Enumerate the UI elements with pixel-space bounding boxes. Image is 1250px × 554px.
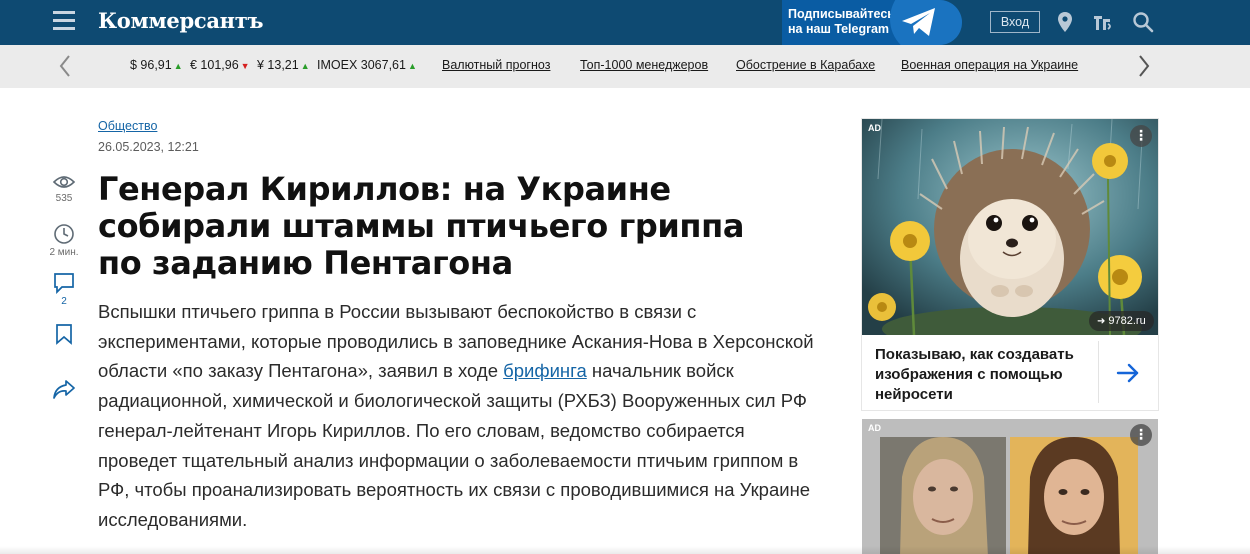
share-icon — [53, 380, 75, 399]
comment-icon — [54, 273, 74, 294]
ad-domain[interactable]: ➜ 9782.ru — [1089, 311, 1154, 331]
ad-card[interactable]: AD ⋮ ➜ 9782.ru Показываю, как создавать и… — [862, 119, 1158, 410]
ad-photo[interactable] — [1010, 437, 1138, 554]
quote-usd[interactable]: $ 96,91 ▲ — [130, 58, 183, 72]
quote-eur[interactable]: € 101,96 ▼ — [190, 58, 250, 72]
read-time: 2 мин. — [46, 223, 82, 258]
views-counter: 535 — [46, 173, 82, 204]
read-time-value: 2 мин. — [49, 247, 79, 258]
more-options-icon[interactable]: ⋮ — [1130, 424, 1152, 446]
article-lead: Вспышки птичьего гриппа в России вызываю… — [98, 301, 814, 530]
views-count: 535 — [55, 193, 73, 204]
comments-count: 2 — [61, 296, 67, 307]
portrait-photo — [880, 437, 1006, 554]
article-rubric[interactable]: Общество — [98, 119, 157, 133]
telegram-icon — [902, 8, 935, 36]
ticker-link[interactable]: Валютный прогноз — [442, 58, 550, 72]
share-button[interactable] — [46, 378, 82, 400]
search-icon[interactable] — [1131, 10, 1155, 34]
chevron-right-icon[interactable] — [1137, 54, 1151, 78]
ad-card[interactable]: AD ⋮ — [862, 419, 1158, 554]
comments-link[interactable]: 2 — [46, 272, 82, 307]
briefing-link[interactable]: брифинга — [503, 360, 587, 381]
more-options-icon[interactable]: ⋮ — [1130, 125, 1152, 147]
ad-title[interactable]: Показываю, как создавать изображения с п… — [875, 345, 1090, 405]
ad-photo[interactable] — [880, 437, 1006, 554]
eye-icon — [52, 176, 76, 188]
menu-icon[interactable] — [53, 11, 75, 31]
article-title: Генерал Кириллов: на Украине собирали шт… — [98, 170, 745, 282]
portrait-illustration — [1010, 437, 1138, 554]
arrow-right-icon[interactable] — [1115, 362, 1141, 384]
ad-badge: AD — [868, 123, 881, 133]
chevron-left-icon[interactable] — [58, 54, 72, 78]
site-logo[interactable]: Коммерсантъ — [98, 8, 264, 33]
bookmark-icon — [56, 324, 72, 345]
ticker-link[interactable]: Военная операция на Украине — [901, 58, 1078, 72]
quote-imoex[interactable]: IMOEX 3067,61 ▲ — [317, 58, 417, 72]
quote-cny[interactable]: ¥ 13,21 ▲ — [257, 58, 310, 72]
hedgehog-illustration — [862, 119, 1158, 335]
telegram-promo[interactable]: Подписывайтесь на наш Telegram — [782, 0, 962, 45]
ticker-link[interactable]: Обострение в Карабахе — [736, 58, 875, 72]
location-icon[interactable] — [1053, 10, 1077, 34]
clock-icon — [54, 224, 74, 244]
ticker-link[interactable]: Топ-1000 менеджеров — [580, 58, 708, 72]
ad-image[interactable]: AD ⋮ ➜ 9782.ru — [862, 119, 1158, 335]
ticker-bar: $ 96,91 ▲ € 101,96 ▼ ¥ 13,21 ▲ IMOEX 3067,6… — [0, 45, 1250, 88]
article-date: 26.05.2023, 12:21 — [98, 140, 199, 154]
site-header: Коммерсантъ Подписывайтесь на наш Telegr… — [0, 0, 1250, 45]
ad-badge: AD — [868, 423, 881, 433]
telegram-promo-text: Подписывайтесь на наш Telegram — [788, 7, 895, 36]
radio-icon[interactable] — [1091, 10, 1115, 34]
login-button[interactable]: Вход — [990, 11, 1040, 33]
bookmark-button[interactable] — [46, 323, 82, 345]
